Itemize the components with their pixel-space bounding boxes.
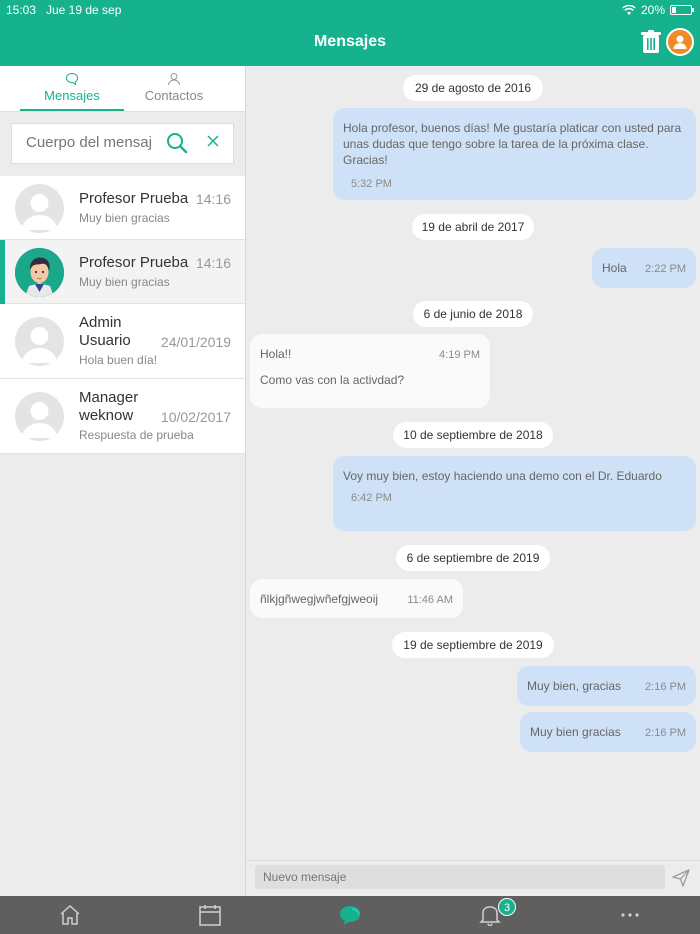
- conversation-time: 14:16: [195, 191, 231, 207]
- wifi-icon: [622, 4, 636, 15]
- conversation-item-selected[interactable]: Profesor Prueba 14:16 Muy bien gracias: [0, 240, 245, 304]
- date-separator: 19 de abril de 2017: [412, 214, 534, 240]
- conversation-preview: Respuesta de prueba: [79, 428, 194, 442]
- profile-button[interactable]: [666, 28, 694, 56]
- message-incoming[interactable]: Hola!! 4:19 PM Como vas con la activdad?: [250, 334, 490, 408]
- message-time: 5:32 PM: [351, 178, 392, 190]
- message-text: Hola profesor, buenos días! Me gustaría …: [343, 121, 682, 167]
- person-icon: [168, 73, 180, 86]
- avatar: [15, 248, 64, 297]
- message-time: 2:16 PM: [645, 727, 686, 739]
- status-indicators: 20%: [622, 3, 694, 17]
- message-text: Como vas con la activdad?: [260, 373, 405, 387]
- battery-icon: [670, 5, 694, 15]
- conversation-name: Profesor Prueba: [79, 190, 189, 207]
- notification-badge: 3: [498, 898, 516, 916]
- search-input[interactable]: [26, 134, 152, 151]
- search-icon[interactable]: [166, 132, 188, 154]
- close-icon[interactable]: [206, 134, 220, 148]
- status-time: 15:03: [6, 3, 37, 17]
- home-icon[interactable]: [58, 904, 82, 926]
- date-separator: 19 de septiembre de 2019: [392, 632, 554, 658]
- message-time: 6:42 PM: [351, 492, 392, 504]
- default-user-icon: [22, 194, 57, 230]
- message-text: ñlkjgñwegjwñefgjweoij: [260, 592, 379, 606]
- message-text: Hola: [602, 261, 627, 275]
- conversation-name: Manager weknow: [79, 389, 139, 424]
- user-icon: [673, 35, 687, 49]
- conversation-name: Admin Usuario: [79, 314, 131, 349]
- message-time: 2:22 PM: [645, 263, 686, 275]
- conversation-time: 24/01/2019: [160, 334, 231, 350]
- messages-tab-icon[interactable]: [338, 904, 362, 926]
- chat-bubble-icon: [65, 72, 79, 86]
- date-separator: 29 de agosto de 2016: [403, 75, 543, 101]
- bottom-tab-bar: 3: [0, 896, 700, 934]
- date-separator: 10 de septiembre de 2018: [393, 422, 553, 448]
- date-separator: 6 de junio de 2018: [413, 301, 533, 327]
- avatar: [15, 184, 64, 233]
- message-outgoing[interactable]: Muy bien gracias 2:16 PM: [520, 712, 696, 752]
- message-outgoing[interactable]: Hola profesor, buenos días! Me gustaría …: [333, 108, 696, 200]
- message-time: 4:19 PM: [439, 349, 480, 361]
- default-user-icon: [22, 402, 57, 438]
- tab-contactos[interactable]: Contactos: [122, 72, 226, 103]
- message-composer: [247, 860, 700, 896]
- conversation-time: 14:16: [195, 255, 231, 271]
- message-text: Voy muy bien, estoy haciendo una demo co…: [343, 469, 662, 483]
- app-header: 15:03 Jue 19 de sep 20% Mensajes: [0, 0, 700, 66]
- tab-mensajes[interactable]: Mensajes: [20, 72, 124, 103]
- more-icon[interactable]: [618, 904, 642, 926]
- date-separator: 6 de septiembre de 2019: [396, 545, 550, 571]
- panel-tabs: Mensajes Contactos: [0, 66, 245, 112]
- message-text: Muy bien, gracias: [527, 679, 622, 693]
- status-date: Jue 19 de sep: [46, 3, 122, 17]
- conversation-preview: Hola buen día!: [79, 353, 158, 367]
- conversation-item[interactable]: Profesor Prueba 14:16 Muy bien gracias: [0, 176, 245, 240]
- message-time: 11:46 AM: [407, 594, 453, 606]
- message-outgoing[interactable]: Voy muy bien, estoy haciendo una demo co…: [333, 456, 696, 531]
- conversation-item[interactable]: Admin Usuario 24/01/2019 Hola buen día!: [0, 304, 245, 379]
- message-outgoing[interactable]: Muy bien, gracias 2:16 PM: [517, 666, 696, 706]
- conversation-panel: Mensajes Contactos Profesor Prueba 14:16…: [0, 66, 246, 896]
- search-box: [11, 123, 234, 164]
- avatar: [15, 392, 64, 441]
- tab-contactos-label: Contactos: [144, 88, 204, 103]
- conversation-item[interactable]: Manager weknow 10/02/2017 Respuesta de p…: [0, 379, 245, 454]
- new-message-input[interactable]: [255, 865, 665, 889]
- conversation-preview: Muy bien gracias: [79, 211, 170, 225]
- battery-percent: 20%: [640, 3, 665, 17]
- message-time: 2:16 PM: [645, 681, 686, 693]
- default-user-icon: [22, 327, 57, 363]
- message-text: Muy bien gracias: [530, 725, 621, 739]
- active-tab-indicator: [20, 109, 124, 111]
- page-title: Mensajes: [313, 33, 387, 50]
- tab-mensajes-label: Mensajes: [44, 88, 100, 103]
- avatar: [15, 317, 64, 366]
- conversation-preview: Muy bien gracias: [79, 275, 170, 289]
- chat-thread: 29 de agosto de 2016 Hola profesor, buen…: [247, 66, 700, 860]
- teacher-avatar-icon: [15, 248, 64, 297]
- search-area: [0, 112, 245, 176]
- trash-icon[interactable]: [640, 30, 662, 54]
- conversation-name: Profesor Prueba: [79, 254, 189, 271]
- conversation-time: 10/02/2017: [160, 409, 231, 425]
- message-incoming[interactable]: ñlkjgñwegjwñefgjweoij 11:46 AM: [250, 579, 463, 618]
- send-icon[interactable]: [672, 869, 690, 887]
- message-outgoing[interactable]: Hola 2:22 PM: [592, 248, 696, 288]
- calendar-icon[interactable]: [198, 904, 222, 926]
